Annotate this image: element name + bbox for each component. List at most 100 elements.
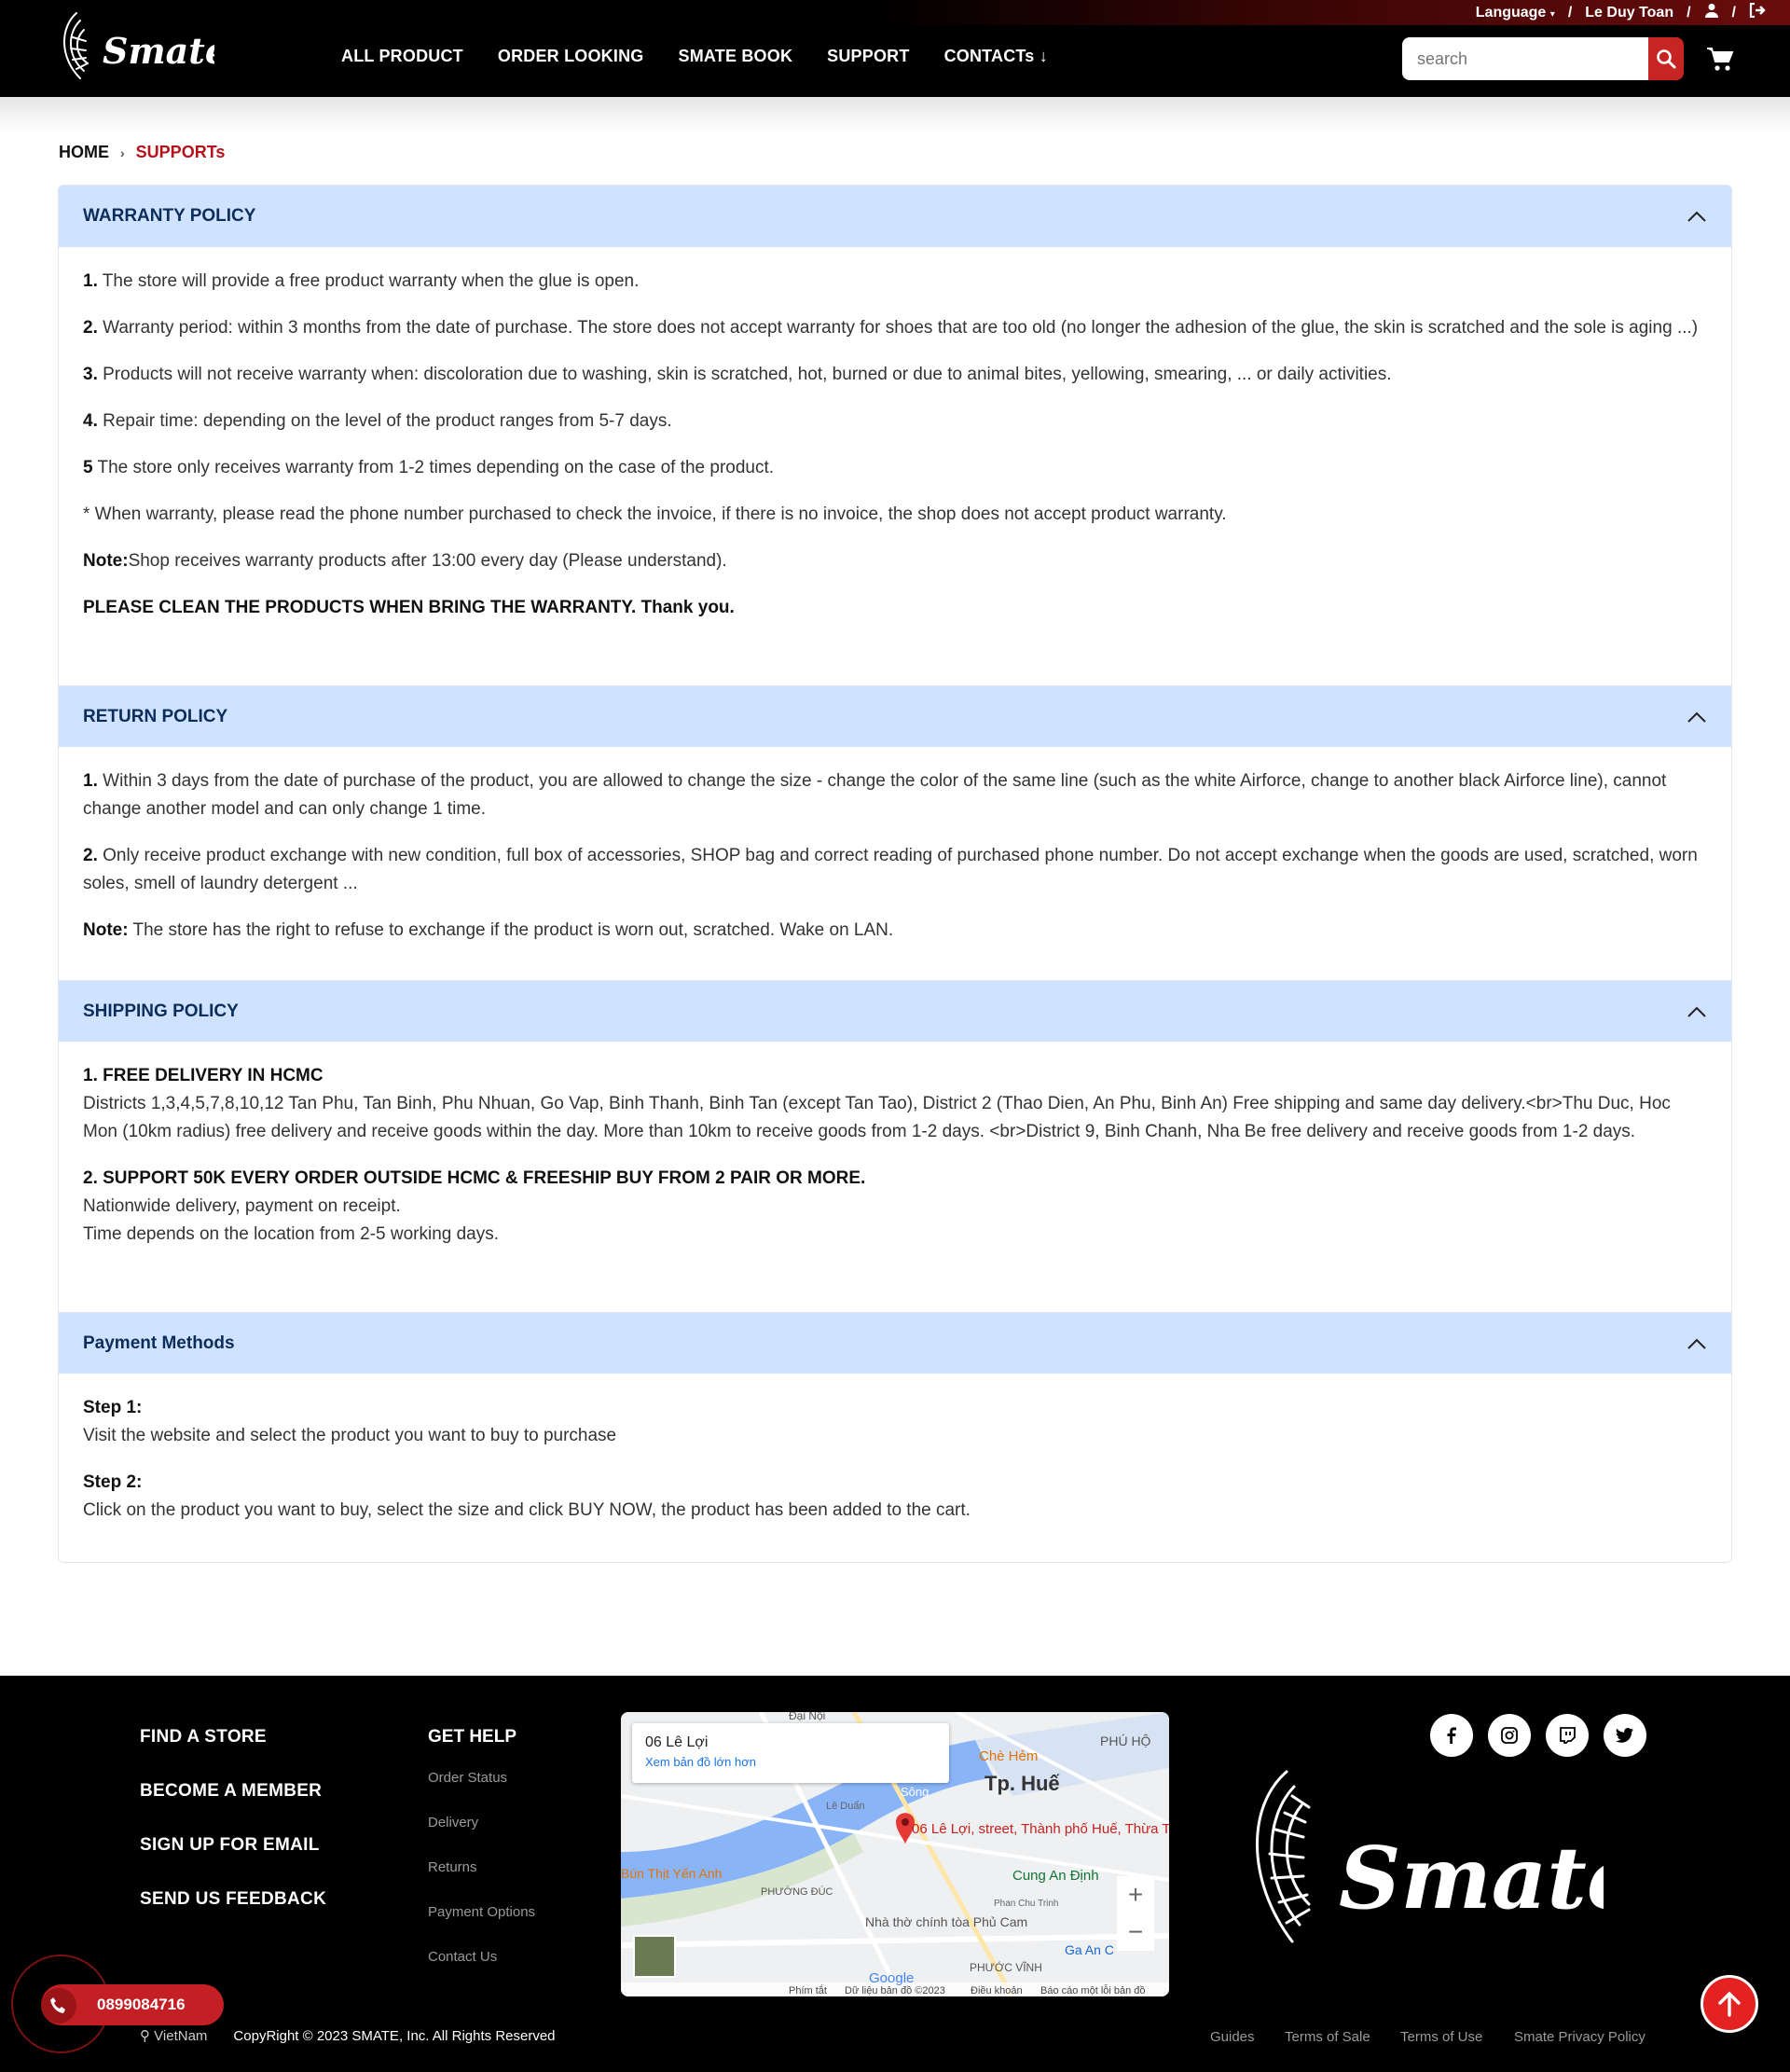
map-attr: Dữ liệu bản đồ ©2023 <box>845 1985 945 1996</box>
top-bar: Language ▾ / Le Duy Toan / / <box>876 0 1790 25</box>
step-2: Step 2: Click on the product you want to … <box>83 1472 971 1520</box>
map-larger-link[interactable]: Xem bản đồ lớn hơn <box>645 1755 936 1769</box>
payment-options-link[interactable]: Payment Options <box>428 1904 535 1920</box>
list-item: 2. Only receive product exchange with ne… <box>83 846 1698 893</box>
map-attr: Báo cáo một lỗi bản đồ <box>1040 1984 1146 1996</box>
smate-logo[interactable]: Smate <box>56 9 214 84</box>
return-body: 1. Within 3 days from the date of purcha… <box>59 747 1731 980</box>
section-title: WARRANTY POLICY <box>83 206 256 226</box>
language-selector[interactable]: Language ▾ <box>1476 5 1555 21</box>
logout-icon[interactable] <box>1749 2 1766 22</box>
location: ⚲ VietNam <box>140 2028 208 2044</box>
map-attr: Phím tắt <box>789 1984 827 1996</box>
section-title: Payment Methods <box>83 1333 235 1353</box>
copyright-row: ⚲ VietNam CopyRight © 2023 SMATE, Inc. A… <box>140 2027 556 2045</box>
note: Note:Shop receives warranty products aft… <box>83 551 727 571</box>
user-name-link[interactable]: Le Duy Toan <box>1585 5 1673 21</box>
contact-us-link[interactable]: Contact Us <box>428 1949 535 1965</box>
map-marker-label: 06 Lê Lợi, street, Thành phố Huế, Thừa T… <box>912 1821 1169 1837</box>
get-help-title: GET HELP <box>428 1727 517 1747</box>
note: Note: The store has the right to refuse … <box>83 920 894 940</box>
shipping-block-2: 2. SUPPORT 50K EVERY ORDER OUTSIDE HCMC … <box>83 1168 866 1244</box>
map-poi: Ga An C <box>1065 1942 1114 1957</box>
main-nav: ALL PRODUCT ORDER LOOKING SMATE BOOK SUP… <box>341 47 1048 66</box>
nav-order-looking[interactable]: ORDER LOOKING <box>498 47 644 66</box>
payment-body: Step 1: Visit the website and select the … <box>59 1374 1731 1562</box>
terms-of-sale-link[interactable]: Terms of Sale <box>1285 2029 1370 2045</box>
find-store-link[interactable]: FIND A STORE <box>140 1727 326 1747</box>
guides-link[interactable]: Guides <box>1210 2029 1255 2045</box>
svg-text:Smate: Smate <box>103 30 214 72</box>
map-city-label: Tp. Huế <box>984 1772 1060 1795</box>
step-1: Step 1: Visit the website and select the … <box>83 1398 617 1445</box>
list-item: 3. Products will not receive warranty wh… <box>83 365 1392 384</box>
phone-icon[interactable] <box>41 1988 76 2024</box>
become-member-link[interactable]: BECOME A MEMBER <box>140 1781 326 1802</box>
search-input[interactable] <box>1402 37 1648 80</box>
search-icon <box>1657 49 1676 69</box>
nav-smate-book[interactable]: SMATE BOOK <box>678 47 792 66</box>
back-to-top-button[interactable] <box>1700 1975 1758 2033</box>
map-attr: Điều khoản <box>971 1985 1023 1996</box>
sign-up-email-link[interactable]: SIGN UP FOR EMAIL <box>140 1835 326 1856</box>
copyright-text: CopyRight © 2023 SMATE, Inc. All Rights … <box>233 2027 556 2044</box>
twitter-icon[interactable] <box>1604 1714 1646 1757</box>
delivery-link[interactable]: Delivery <box>428 1815 535 1830</box>
returns-link[interactable]: Returns <box>428 1859 535 1875</box>
user-icon[interactable] <box>1704 3 1719 22</box>
terms-of-use-link[interactable]: Terms of Use <box>1400 2029 1482 2045</box>
chevron-up-icon <box>1687 1338 1706 1349</box>
smate-footer-logo: Smate <box>1256 1770 1604 1943</box>
map-poi: Nhà thờ chính tòa Phủ Cam <box>865 1914 1027 1929</box>
breadcrumb-home[interactable]: HOME <box>59 143 109 162</box>
warranty-body: 1. The store will provide a free product… <box>59 247 1731 685</box>
nav-contacts[interactable]: CONTACTs ↓ <box>944 47 1048 66</box>
cart-icon[interactable] <box>1706 45 1734 73</box>
map-place-title: 06 Lê Lợi <box>645 1734 709 1750</box>
search-box <box>1402 37 1684 80</box>
map-poi: PHÚ HỘ <box>1100 1734 1151 1748</box>
map-poi: PHƯỚC VĨNH <box>970 1960 1042 1974</box>
arrow-down-icon: ↓ <box>1034 47 1048 65</box>
map-poi: Bún Thịt Yến Anh <box>621 1866 722 1881</box>
nav-all-product[interactable]: ALL PRODUCT <box>341 47 463 66</box>
zoom-out-button[interactable]: − <box>1117 1913 1154 1951</box>
map-poi: Đại Nội <box>789 1712 825 1722</box>
return-header[interactable]: RETURN POLICY <box>59 685 1731 747</box>
arrow-up-icon <box>1718 1991 1741 2017</box>
privacy-policy-link[interactable]: Smate Privacy Policy <box>1514 2029 1645 2045</box>
zoom-in-button[interactable]: + <box>1117 1876 1154 1913</box>
footer-links-primary: FIND A STORE BECOME A MEMBER SIGN UP FOR… <box>140 1727 326 1943</box>
instagram-icon[interactable] <box>1488 1714 1531 1757</box>
closing-note: PLEASE CLEAN THE PRODUCTS WHEN BRING THE… <box>83 598 735 617</box>
map-river: Sông <box>901 1785 929 1799</box>
list-item: 1. Within 3 days from the date of purcha… <box>83 771 1667 819</box>
facebook-icon[interactable] <box>1430 1714 1473 1757</box>
nav-support[interactable]: SUPPORT <box>827 47 909 66</box>
send-feedback-link[interactable]: SEND US FEEDBACK <box>140 1889 326 1910</box>
map-poi: PHƯỜNG ĐÚC <box>761 1886 833 1898</box>
map-poi: Cung An Định <box>1012 1868 1099 1884</box>
section-title: RETURN POLICY <box>83 706 228 726</box>
footer-brand-text: Smate <box>1339 1828 1604 1928</box>
twitch-icon[interactable] <box>1546 1714 1589 1757</box>
warranty-header[interactable]: WARRANTY POLICY <box>59 186 1731 247</box>
breadcrumb-current: SUPPORTs <box>135 143 226 161</box>
footer-get-help: GET HELP Order Status Delivery Returns P… <box>428 1727 535 1994</box>
store-map[interactable]: Tp. Huế 06 Lê Lợi, street, Thành phố Huế… <box>621 1712 1169 1996</box>
header-shadow <box>0 97 1790 134</box>
list-item: 4. Repair time: depending on the level o… <box>83 411 672 431</box>
breadcrumb: HOME › SUPPORTs <box>59 143 225 162</box>
shipping-header[interactable]: SHIPPING POLICY <box>59 980 1731 1042</box>
search-button[interactable] <box>1648 37 1684 80</box>
chevron-up-icon <box>1687 1006 1706 1017</box>
site-header: Language ▾ / Le Duy Toan / / Smate ALL P… <box>0 0 1790 97</box>
payment-header[interactable]: Payment Methods <box>59 1312 1731 1374</box>
order-status-link[interactable]: Order Status <box>428 1770 535 1786</box>
shipping-body: 1. FREE DELIVERY IN HCMC Districts 1,3,4,… <box>59 1042 1731 1312</box>
list-item: 1. The store will provide a free product… <box>83 271 640 291</box>
chevron-right-icon: › <box>120 145 125 160</box>
phone-number: 0899084716 <box>97 1996 186 2013</box>
chevron-up-icon <box>1687 211 1706 222</box>
list-item: 5 The store only receives warranty from … <box>83 458 775 477</box>
